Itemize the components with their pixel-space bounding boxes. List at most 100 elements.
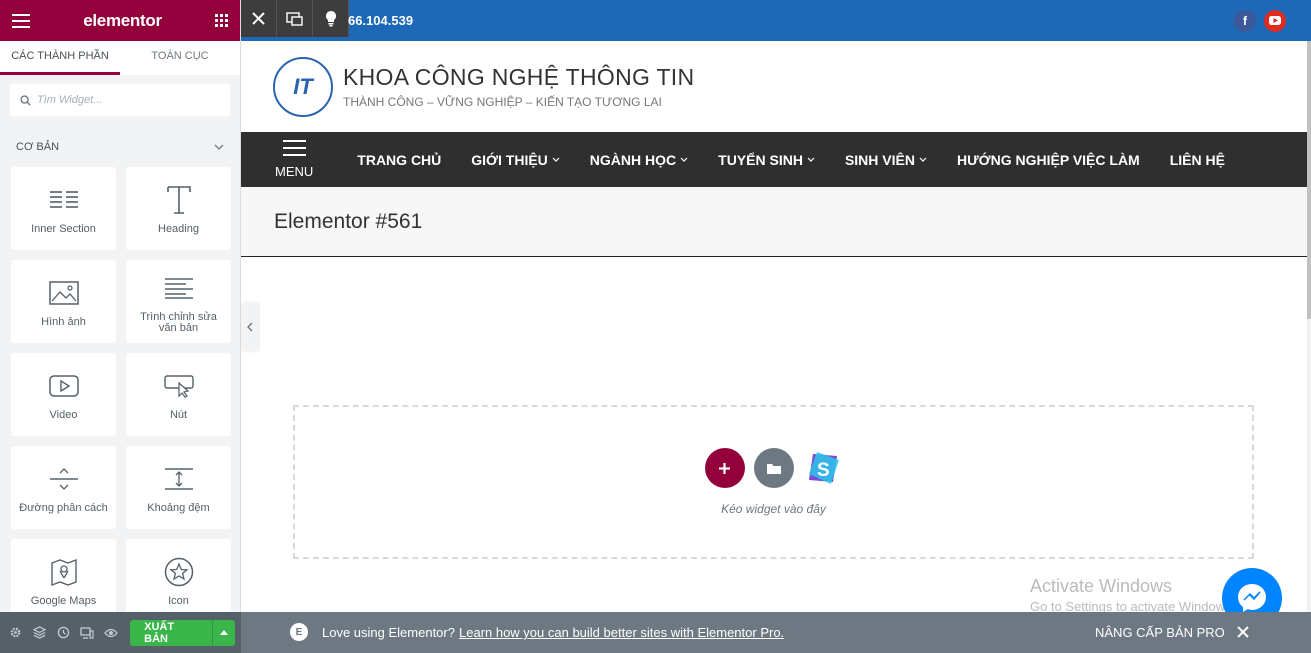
facebook-icon[interactable]: f <box>1234 9 1256 32</box>
close-icon[interactable] <box>1237 622 1249 643</box>
logo-text: IT <box>293 73 313 99</box>
nav-label: SINH VIÊN <box>844 151 915 168</box>
widget-heading[interactable]: Heading <box>126 167 231 250</box>
nav-item-home[interactable]: TRANG CHỦ <box>357 152 441 168</box>
promo-notice-bar: E Love using Elementor? Learn how you ca… <box>241 612 1311 653</box>
panel-tabs: CÁC THÀNH PHẦN TOÀN CỤC <box>0 41 240 75</box>
messenger-icon <box>1238 584 1266 612</box>
topbar-contact-text: 66.104.539 <box>348 13 414 28</box>
divider-icon <box>49 461 79 497</box>
widgets-grid-icon[interactable] <box>215 14 228 27</box>
site-branding: IT KHOA CÔNG NGHỆ THÔNG TIN THÀNH CÔNG –… <box>241 41 1311 132</box>
social-links: f <box>1234 9 1286 32</box>
notice-link[interactable]: Learn how you can build better sites wit… <box>459 625 784 640</box>
widget-label: Video <box>49 409 78 421</box>
star-icon <box>164 554 194 590</box>
nav-label: GIỚI THIỆU <box>471 151 548 168</box>
google-maps-icon <box>50 554 78 590</box>
image-icon <box>48 275 79 311</box>
preview-eye-icon[interactable] <box>102 623 120 642</box>
elementor-icon: E <box>290 623 308 641</box>
close-icon[interactable] <box>241 0 277 37</box>
panel-header: elementor <box>0 0 240 41</box>
responsive-mode-icon[interactable] <box>78 623 96 642</box>
lightbulb-icon[interactable] <box>313 0 349 37</box>
menu-toggle[interactable]: MENU <box>275 140 313 179</box>
spacer-icon <box>164 461 194 497</box>
site-tagline: THÀNH CÔNG – VỮNG NGHIỆP – KIẾN TẠO TƯƠN… <box>343 95 662 109</box>
notice-text: Love using Elementor? <box>322 625 455 640</box>
settings-icon[interactable] <box>6 623 24 642</box>
nav-label: TUYỂN SINH <box>718 151 803 168</box>
publish-options-button[interactable] <box>212 619 235 646</box>
publish-button[interactable]: XUẤT BẢN <box>130 619 213 646</box>
site-title[interactable]: KHOA CÔNG NGHỆ THÔNG TIN <box>343 64 694 91</box>
nav-label: HƯỚNG NGHIỆP VIỆC LÀM <box>956 151 1140 168</box>
upgrade-pro-link[interactable]: NÂNG CẤP BẢN PRO <box>1095 625 1225 640</box>
nav-item-careers[interactable]: HƯỚNG NGHIỆP VIỆC LÀM <box>957 152 1140 168</box>
preview-frame: 66.104.539 f IT KHOA CÔNG NGHỆ THÔNG TIN… <box>241 0 1311 612</box>
caret-up-icon <box>220 630 229 635</box>
history-icon[interactable] <box>54 623 72 642</box>
widget-list: Inner Section Heading Hình ảnh Trình chỉ… <box>0 167 240 622</box>
search-wrapper: Tìm Widget... <box>0 75 240 125</box>
menu-icon[interactable] <box>12 13 30 28</box>
panel-footer: XUẤT BẢN <box>0 612 241 653</box>
menu-label: MENU <box>275 164 314 179</box>
widget-button[interactable]: Nút <box>126 353 231 436</box>
nav-label: LIÊN HỆ <box>1169 151 1225 168</box>
hamburger-icon <box>282 140 306 156</box>
preview-scrollbar[interactable] <box>1307 41 1311 612</box>
widget-inner-section[interactable]: Inner Section <box>11 167 116 250</box>
category-header[interactable]: CƠ BẢN <box>0 127 240 167</box>
inner-section-icon <box>49 182 79 218</box>
chevron-down-icon <box>680 157 688 162</box>
widget-label: Nút <box>169 409 188 421</box>
button-icon <box>163 368 194 404</box>
widget-label: Hình ảnh <box>41 316 86 328</box>
site-logo[interactable]: IT <box>273 56 333 117</box>
activate-title: Activate Windows <box>1030 576 1173 596</box>
add-section-dropzone[interactable]: S Kéo widget vào đây <box>293 405 1254 559</box>
elementor-panel: elementor CÁC THÀNH PHẦN TOÀN CỤC Tìm Wi… <box>0 0 241 653</box>
page-header: Elementor #561 <box>241 187 1307 257</box>
layers-icon[interactable] <box>30 623 48 642</box>
widget-label: Inner Section <box>31 223 96 235</box>
video-icon <box>48 368 79 404</box>
chevron-down-icon <box>214 144 224 150</box>
nav-item-students[interactable]: SINH VIÊN <box>845 152 927 168</box>
add-section-button[interactable] <box>704 448 745 488</box>
youtube-icon[interactable] <box>1264 9 1286 32</box>
search-icon <box>20 94 31 106</box>
nav-item-admissions[interactable]: TUYỂN SINH <box>718 152 815 168</box>
widget-label: Khoảng đệm <box>147 502 210 514</box>
widget-spacer[interactable]: Khoảng đệm <box>126 446 231 529</box>
scrollbar-thumb[interactable] <box>1307 41 1311 319</box>
nav-item-about[interactable]: GIỚI THIỆU <box>471 152 560 168</box>
widget-label: Trình chỉnh sửa văn bản <box>140 310 217 334</box>
starter-templates-button[interactable]: S <box>803 448 843 488</box>
tab-global[interactable]: TOÀN CỤC <box>120 41 240 75</box>
dropzone-buttons: S <box>704 448 843 488</box>
widget-text-editor[interactable]: Trình chỉnh sửa văn bản <box>126 260 231 343</box>
widget-video[interactable]: Video <box>11 353 116 436</box>
nav-label: TRANG CHỦ <box>357 151 442 168</box>
messenger-chat-button[interactable] <box>1222 568 1282 612</box>
tab-elements[interactable]: CÁC THÀNH PHẦN <box>0 41 120 75</box>
responsive-icon[interactable] <box>277 0 313 37</box>
folder-icon <box>766 463 781 474</box>
starter-logo-icon: S <box>808 452 839 484</box>
widget-label: Heading <box>158 223 199 235</box>
widget-icon[interactable]: Icon <box>126 539 231 622</box>
add-template-button[interactable] <box>753 448 794 488</box>
site-topbar: 66.104.539 f <box>241 0 1311 41</box>
dropzone-hint: Kéo widget vào đây <box>721 502 826 516</box>
widget-divider[interactable]: Đường phân cách <box>11 446 116 529</box>
search-input[interactable]: Tìm Widget... <box>10 84 230 116</box>
nav-item-programs[interactable]: NGÀNH HỌC <box>590 152 688 168</box>
editor-toolbar <box>241 0 349 37</box>
chevron-down-icon <box>807 157 815 162</box>
widget-google-maps[interactable]: Google Maps <box>11 539 116 622</box>
widget-image[interactable]: Hình ảnh <box>11 260 116 343</box>
nav-item-contact[interactable]: LIÊN HỆ <box>1170 152 1225 168</box>
